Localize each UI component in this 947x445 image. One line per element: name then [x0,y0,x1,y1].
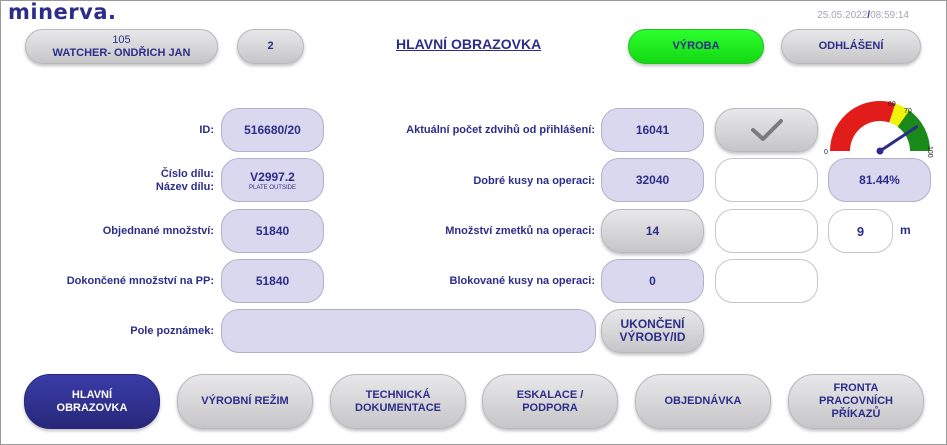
blocked-pieces-label: Blokované kusy na operaci: [449,275,596,287]
scrap-button[interactable]: 14 [601,209,704,253]
notes-field[interactable] [221,309,596,353]
checkmark-icon [750,119,783,141]
production-mode-button[interactable]: VÝROBA [628,29,764,64]
minerva-logo: minerva. [8,0,117,24]
empty-slot-1 [715,158,818,202]
nav-production-mode-label: VÝROBNÍ REŽIM [201,395,289,407]
blocked-pieces-field: 0 [601,259,704,303]
good-pieces-value: 32040 [635,173,670,187]
ordered-quantity-field: 51840 [221,209,324,253]
gauge-label-100: 100 [926,146,933,158]
datetime: 25.05.2022/08:59:14 [817,10,909,21]
nav-tech-doc-button[interactable]: TECHNICKÁ DOKUMENTACE [330,374,466,429]
part-field: V2997.2 PLATE OUTSIDE [221,158,324,202]
minutes-field: 9 [828,209,893,253]
empty-slot-2 [715,209,818,253]
shift-button[interactable]: 2 [237,29,304,64]
strokes-field: 16041 [601,108,704,152]
strokes-value: 16041 [635,123,670,137]
gauge-label-70: 70 [904,108,912,115]
strokes-label: Aktuální počet zdvihů od přihlášení: [406,124,595,136]
page-title: HLAVNÍ OBRAZOVKA [396,36,542,52]
nav-order-button[interactable]: OBJEDNÁVKA [635,374,771,429]
notes-label: Pole poznámek: [130,325,214,337]
nav-escalation-button[interactable]: ESKALACE / PODPORA [482,374,618,429]
done-quantity-field: 51840 [221,259,324,303]
nav-main-line2: OBRAZOVKA [56,401,128,414]
nav-queue-line3: PŘÍKAZŮ [831,408,881,420]
done-quantity-label: Dokončené množství na PP: [66,275,214,287]
part-name-value: PLATE OUTSIDE [249,184,296,191]
nav-order-label: OBJEDNÁVKA [664,395,742,407]
part-number-value: V2997.2 [250,169,295,184]
nav-main-line1: HLAVNÍ [71,388,113,401]
user-name: WATCHER- ONDŘICH JAN [52,46,191,59]
end-production-button[interactable]: UKONČENÍ VÝROBY/ID [601,309,704,353]
minutes-unit: m [900,223,911,237]
minutes-value: 9 [856,223,865,239]
nav-production-mode-button[interactable]: VÝROBNÍ REŽIM [177,374,313,429]
user-button[interactable]: 105 WATCHER- ONDŘICH JAN [25,29,218,64]
good-pieces-label: Dobré kusy na operaci: [473,175,595,187]
scrap-label: Množství zmetků na operaci: [445,225,595,237]
id-value: 516680/20 [244,123,301,137]
ordered-quantity-value: 51840 [255,224,290,238]
nav-tech-doc-line1: TECHNICKÁ [365,388,431,401]
date: 25.05.2022 [817,10,868,21]
scrap-value: 14 [645,223,660,238]
good-pieces-field: 32040 [601,158,704,202]
user-id: 105 [112,33,131,46]
gauge-red-segment [830,101,896,151]
nav-tech-doc-line2: DOKUMENTACE [355,401,441,414]
end-production-line2: VÝROBY/ID [619,330,686,344]
nav-escalation-line1: ESKALACE / [516,388,584,401]
gauge-label-0: 0 [824,149,828,156]
logout-button[interactable]: ODHLÁŠENÍ [781,29,921,64]
nav-main-screen-button[interactable]: HLAVNÍ OBRAZOVKA [24,374,160,429]
empty-slot-3 [715,259,818,303]
gauge-hub [876,147,884,155]
done-quantity-value: 51840 [255,274,290,288]
nav-queue-line2: PRACOVNÍCH [819,395,893,407]
gauge-label-60: 60 [888,101,896,108]
efficiency-field: 81.44% [828,158,931,202]
nav-queue-button[interactable]: FRONTA PRACOVNÍCH PŘÍKAZŮ [788,374,924,429]
confirm-button[interactable] [715,108,818,152]
part-number-label: Číslo dílu: [160,168,214,180]
blocked-pieces-value: 0 [649,274,656,288]
ordered-quantity-label: Objednané množství: [102,225,214,237]
time: 08:59:14 [870,10,909,21]
id-field: 516680/20 [221,108,324,152]
nav-queue-line1: FRONTA [833,382,879,394]
nav-escalation-line2: PODPORA [522,401,578,414]
part-name-label: Název dílu: [155,181,214,193]
efficiency-value: 81.44% [859,173,900,187]
id-label: ID: [199,124,214,136]
efficiency-gauge: 0 60 70 100 [824,101,933,158]
part-labels: Číslo dílu: Název dílu: [100,168,214,194]
